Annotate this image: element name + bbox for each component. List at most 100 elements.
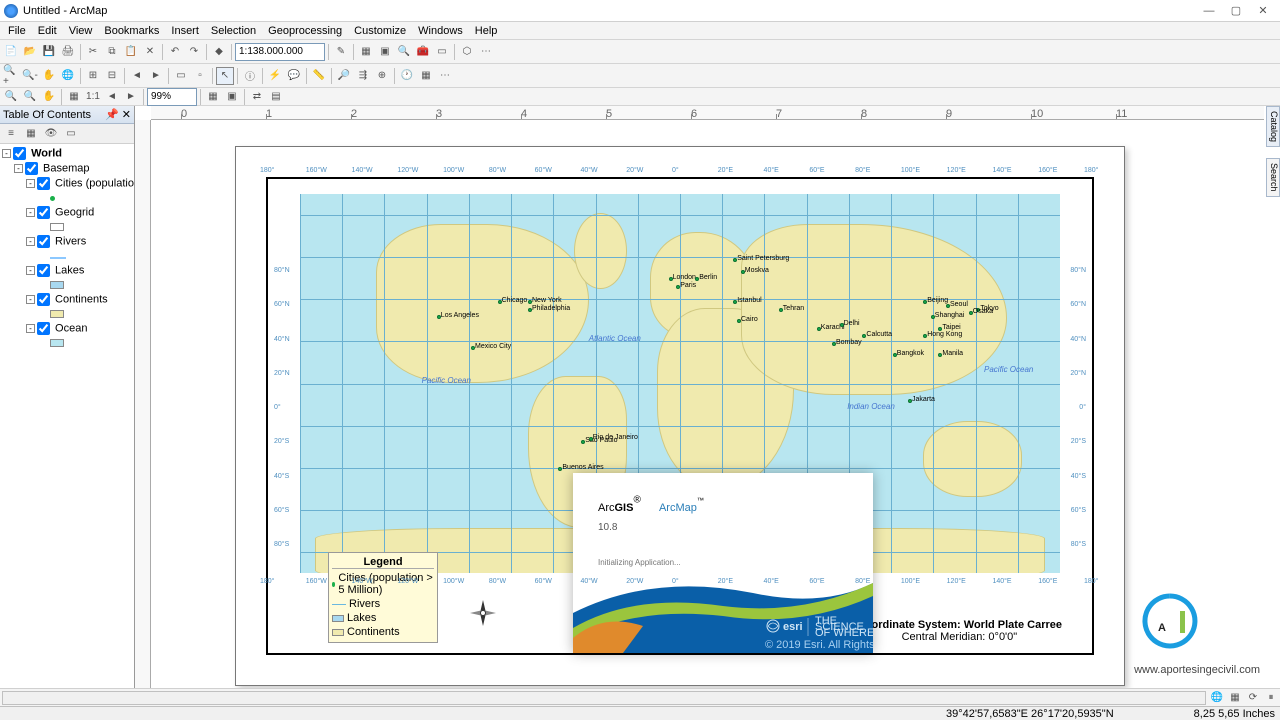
add-data-icon[interactable]: ◆ [210,43,228,61]
toc-pin-icon[interactable]: 📌 [105,108,119,121]
redo-icon[interactable]: ↷ [185,43,203,61]
map-scale-input[interactable] [235,43,325,61]
layout-fwd-icon[interactable]: ► [122,88,140,106]
copy-icon[interactable]: ⧉ [103,43,121,61]
delete-icon[interactable]: ✕ [141,43,159,61]
layer-rivers[interactable]: - Rivers [2,234,132,249]
minimize-button[interactable]: ― [1196,2,1222,20]
layout-page[interactable]: Pacific OceanAtlantic OceanIndian OceanP… [235,146,1125,686]
maximize-button[interactable]: ▢ [1223,2,1249,20]
layer-world[interactable]: - World [2,146,132,161]
save-icon[interactable]: 💾 [40,43,58,61]
layout-pan-icon[interactable]: ✋ [40,88,58,106]
menu-selection[interactable]: Selection [205,23,262,39]
layout-view[interactable]: 01234567891011 Pacific OceanAtlantic Oce… [135,106,1280,706]
layer-geogrid[interactable]: - Geogrid [2,205,132,220]
menu-view[interactable]: View [63,23,99,39]
open-icon[interactable]: 📂 [21,43,39,61]
city-label: Bangkok [897,350,924,357]
more2-icon[interactable]: ⋯ [436,67,454,85]
list-selection-icon[interactable]: ▭ [62,125,80,143]
menu-file[interactable]: File [2,23,32,39]
city-label: Seoul [950,301,968,308]
layer-cities-population-5[interactable]: - Cities (population > 5 [2,176,132,191]
svg-text:OF WHERE: OF WHERE [815,627,873,639]
toggle-draft-icon[interactable]: ▦ [204,88,222,106]
full-extent-icon[interactable]: 🌐 [59,67,77,85]
refresh-icon[interactable]: ⟳ [1244,689,1262,707]
search-tab[interactable]: Search [1266,158,1280,197]
menu-geoprocessing[interactable]: Geoprocessing [262,23,348,39]
fixed-zoom-out-icon[interactable]: ⊟ [103,67,121,85]
clear-selection-icon[interactable]: ▫ [191,67,209,85]
zoom-100-icon[interactable]: 1:1 [84,88,102,106]
layer-swatch [2,191,132,205]
layout-view-icon[interactable]: ▦ [1226,689,1244,707]
layout-zoom-input[interactable] [147,88,197,106]
city-label: Beijing [927,297,948,304]
create-viewer-icon[interactable]: ▦ [417,67,435,85]
undo-icon[interactable]: ↶ [166,43,184,61]
zoom-whole-page-icon[interactable]: ▦ [65,88,83,106]
find-icon[interactable]: 🔎 [335,67,353,85]
search-icon[interactable]: 🔍 [395,43,413,61]
measure-icon[interactable]: 📏 [310,67,328,85]
data-driven-icon[interactable]: ▤ [267,88,285,106]
pause-icon[interactable]: ⏸ [1262,689,1280,707]
pan-icon[interactable]: ✋ [40,67,58,85]
zoom-out-icon[interactable]: 🔍- [21,67,39,85]
fixed-zoom-in-icon[interactable]: ⊞ [84,67,102,85]
fwd-extent-icon[interactable]: ► [147,67,165,85]
menu-insert[interactable]: Insert [165,23,205,39]
html-popup-icon[interactable]: 💬 [285,67,303,85]
layer-lakes[interactable]: - Lakes [2,263,132,278]
menu-edit[interactable]: Edit [32,23,63,39]
identify-icon[interactable]: ⓘ [241,67,259,85]
data-view-icon[interactable]: 🌐 [1208,689,1226,707]
model-icon[interactable]: ⬡ [458,43,476,61]
toc-close-icon[interactable]: ✕ [122,108,131,121]
data-frame[interactable]: Pacific OceanAtlantic OceanIndian OceanP… [266,177,1094,655]
menu-windows[interactable]: Windows [412,23,469,39]
city-label: Istanbul [737,297,762,304]
menu-help[interactable]: Help [469,23,504,39]
tools-toolbar: 🔍+ 🔍- ✋ 🌐 ⊞ ⊟ ◄ ► ▭ ▫ ↖ ⓘ ⚡ 💬 📏 🔎 ⇶ ⊕ 🕐 … [0,64,1280,88]
toolbox-icon[interactable]: 🧰 [414,43,432,61]
toc-tree[interactable]: - World- Basemap- Cities (population > 5… [0,144,134,706]
layout-back-icon[interactable]: ◄ [103,88,121,106]
layer-ocean[interactable]: - Ocean [2,321,132,336]
change-layout-icon[interactable]: ⇄ [248,88,266,106]
back-extent-icon[interactable]: ◄ [128,67,146,85]
editor-icon[interactable]: ✎ [332,43,350,61]
catalog-tab[interactable]: Catalog [1266,106,1280,147]
layout-zoom-in-icon[interactable]: 🔍 [2,88,20,106]
list-source-icon[interactable]: ▦ [22,125,40,143]
layer-basemap[interactable]: - Basemap [2,161,132,176]
city-label: Bombay [836,339,862,346]
print-icon[interactable]: 🖨 [59,43,77,61]
select-element-icon[interactable]: ↖ [216,67,234,85]
toc-icon[interactable]: ▦ [357,43,375,61]
cut-icon[interactable]: ✂ [84,43,102,61]
catalog-icon[interactable]: ▣ [376,43,394,61]
paste-icon[interactable]: 📋 [122,43,140,61]
new-icon[interactable]: 📄 [2,43,20,61]
list-drawing-order-icon[interactable]: ≡ [2,125,20,143]
horizontal-scrollbar[interactable] [2,691,1206,705]
select-features-icon[interactable]: ▭ [172,67,190,85]
more-icon[interactable]: ⋯ [477,43,495,61]
list-visibility-icon[interactable]: 👁 [42,125,60,143]
goto-xy-icon[interactable]: ⊕ [373,67,391,85]
city-label: Manila [942,350,963,357]
close-button[interactable]: ✕ [1250,2,1276,20]
python-icon[interactable]: ▭ [433,43,451,61]
focus-data-frame-icon[interactable]: ▣ [223,88,241,106]
layout-zoom-out-icon[interactable]: 🔍 [21,88,39,106]
time-slider-icon[interactable]: 🕐 [398,67,416,85]
hyperlink-icon[interactable]: ⚡ [266,67,284,85]
find-route-icon[interactable]: ⇶ [354,67,372,85]
zoom-in-icon[interactable]: 🔍+ [2,67,20,85]
layer-continents[interactable]: - Continents [2,292,132,307]
menu-customize[interactable]: Customize [348,23,412,39]
menu-bookmarks[interactable]: Bookmarks [98,23,165,39]
